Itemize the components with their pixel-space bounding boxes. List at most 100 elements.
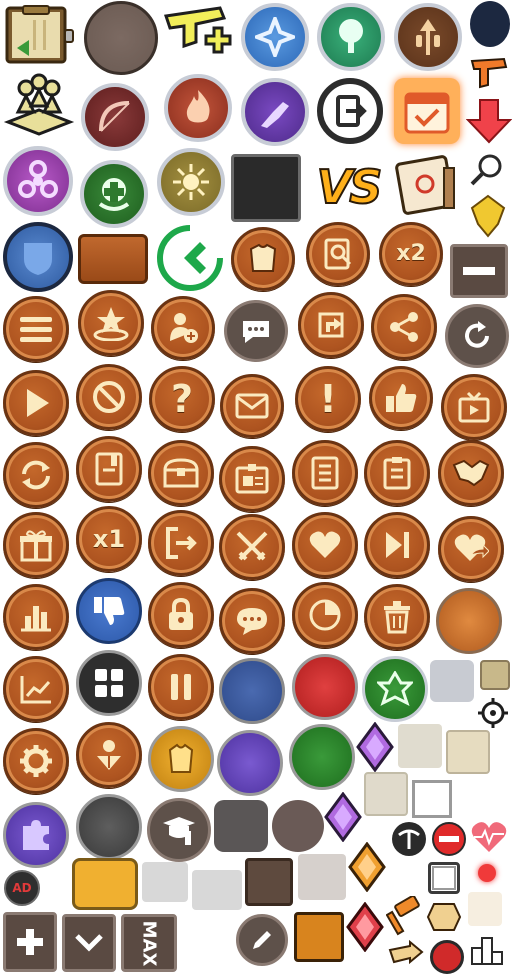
chest-icon[interactable] [148, 440, 214, 506]
record-icon[interactable] [430, 940, 464, 974]
refresh-icon[interactable] [445, 304, 509, 368]
gift-icon[interactable] [3, 512, 69, 578]
gold-emblem-icon [468, 194, 508, 238]
tree-emblem-icon [317, 3, 385, 71]
id-search-icon [306, 222, 370, 286]
calendar-check-icon [394, 78, 460, 144]
x1-button[interactable]: x1 [76, 506, 142, 572]
max-button[interactable]: MAX [121, 914, 177, 972]
arrow-emblem-icon [394, 3, 462, 71]
question-glyph: ? [170, 377, 194, 421]
shield-badge-icon [426, 902, 462, 932]
pointer-icon [386, 938, 426, 974]
clipboard-list-icon[interactable] [364, 440, 430, 506]
blue-star-emblem-icon [241, 3, 309, 71]
trash-icon[interactable] [364, 584, 430, 650]
exit-icon[interactable] [148, 510, 214, 576]
location-user-icon[interactable] [76, 722, 142, 788]
bow-emblem-icon [81, 83, 149, 151]
gold-tag-icon [72, 858, 138, 910]
heartbeat-icon [470, 820, 508, 854]
book-icon[interactable] [76, 436, 142, 502]
green-emblem-icon [362, 656, 428, 722]
purple-arm-emblem-icon [241, 78, 309, 146]
no-ads-icon[interactable]: AD [4, 870, 40, 906]
team-pedestal-icon [2, 72, 76, 142]
heart-icon[interactable] [292, 512, 358, 578]
tooltip-icon [142, 862, 188, 902]
swap-icon[interactable] [3, 442, 69, 508]
calendar-book-icon [392, 150, 462, 220]
dark-round-icon [272, 800, 324, 852]
sun-emblem-icon [157, 148, 225, 216]
gear-icon[interactable] [3, 728, 69, 794]
green-blank-icon [289, 724, 355, 790]
chevron-down-button[interactable] [62, 914, 116, 972]
dark-blank-icon [76, 794, 142, 860]
like-icon[interactable] [369, 366, 433, 430]
red-dot-icon [478, 864, 496, 882]
fire-emblem-icon [164, 74, 232, 142]
purple-gem-icon [356, 722, 394, 772]
no-entry-icon [432, 822, 466, 856]
blue-shield-icon [3, 222, 73, 292]
help-icon[interactable]: ? [149, 366, 215, 432]
id-card-icon[interactable] [219, 446, 285, 512]
mail-icon[interactable] [220, 374, 284, 438]
ad-label: AD [12, 881, 32, 895]
pie-chart-icon[interactable] [292, 582, 358, 648]
exclamation-glyph: ! [319, 377, 337, 421]
pencil-icon[interactable] [236, 914, 288, 966]
crossed-swords-icon[interactable] [219, 514, 285, 580]
puzzle-icon[interactable] [3, 802, 69, 868]
orange-blank-icon [436, 588, 502, 654]
chat-bubble-icon[interactable] [219, 588, 285, 654]
tv-icon[interactable] [441, 374, 507, 440]
dislike-icon[interactable] [76, 578, 142, 644]
exit-door-icon [317, 78, 383, 144]
cream-blank-icon [468, 892, 502, 926]
heart-share-icon[interactable] [438, 516, 504, 582]
tooltip-2-icon [192, 870, 242, 910]
clipboard-icon [3, 4, 75, 66]
red-down-arrow-icon [466, 98, 512, 144]
handshake-icon[interactable] [438, 440, 504, 506]
bar-chart-icon[interactable] [3, 584, 69, 650]
blue-blank-icon [219, 658, 285, 724]
line-chart-icon[interactable] [3, 656, 69, 722]
plus-button[interactable] [3, 912, 57, 972]
icon-sheet: VS x2 ? ! x1 AD MAX [0, 0, 512, 977]
tutorial-icon[interactable] [147, 798, 211, 862]
record-square-icon [428, 862, 460, 894]
minus-button[interactable] [450, 244, 508, 298]
max-label: MAX [138, 920, 160, 966]
light-square-icon [298, 854, 346, 900]
grey-square-icon [430, 660, 474, 702]
stone-circle-icon [84, 1, 158, 75]
map-arrow-icon[interactable] [298, 292, 364, 358]
beige-square-icon [364, 772, 408, 816]
brown-square-icon [245, 858, 293, 906]
pause-icon[interactable] [148, 654, 214, 720]
alert-icon: ! [295, 366, 361, 432]
orange-pistol-icon [470, 55, 510, 91]
add-user-icon[interactable] [151, 296, 215, 360]
list-icon[interactable] [292, 440, 358, 506]
red-gem-icon [346, 902, 384, 952]
red-blank-icon [292, 654, 358, 720]
spawn-icon [78, 290, 144, 356]
share-icon[interactable] [371, 294, 437, 360]
grid-icon[interactable] [76, 650, 142, 716]
forbid-icon[interactable] [76, 364, 142, 430]
skip-icon[interactable] [364, 512, 430, 578]
orange-square-icon [294, 912, 344, 962]
navy-circle-icon [470, 1, 510, 47]
chat-icon[interactable] [224, 300, 288, 362]
search-icon [468, 150, 508, 190]
play-icon[interactable] [3, 370, 69, 436]
menu-icon[interactable] [3, 296, 69, 362]
orange-gem-icon [348, 842, 386, 892]
lock-icon[interactable] [148, 582, 214, 648]
x2-button[interactable]: x2 [379, 222, 443, 286]
frame-icon [412, 780, 452, 818]
